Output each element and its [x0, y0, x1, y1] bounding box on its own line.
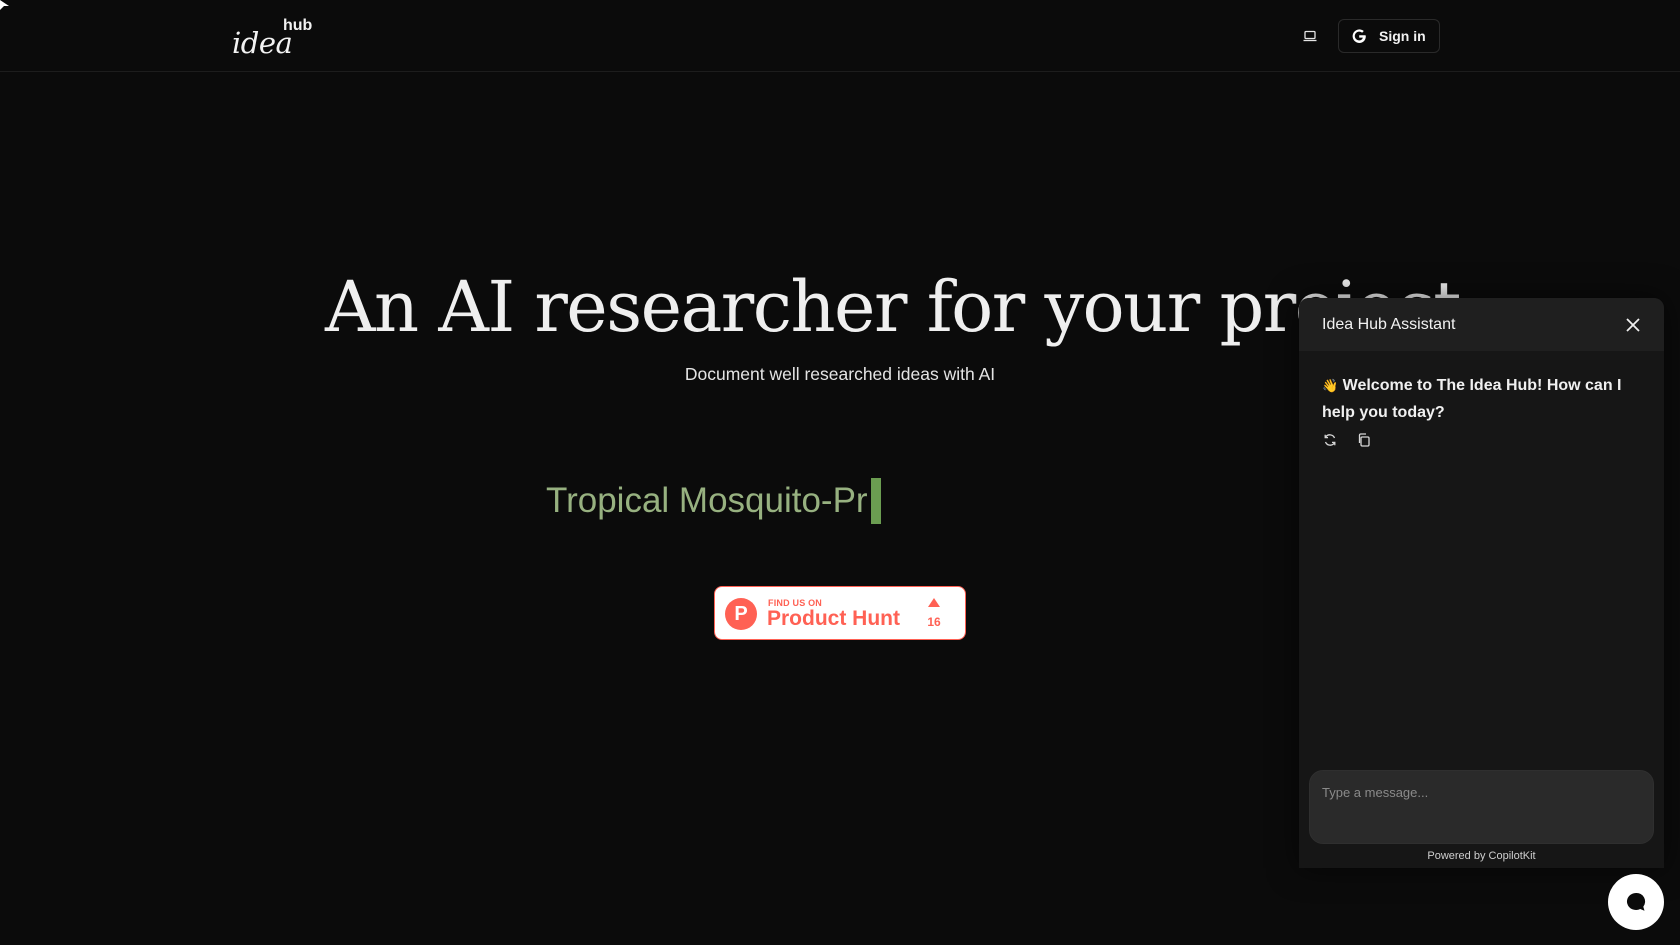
typewriter-text: Tropical Mosquito-Pr: [546, 478, 881, 524]
signin-label: Sign in: [1379, 28, 1426, 44]
message-actions: [1322, 432, 1372, 448]
assistant-header: Idea Hub Assistant: [1299, 298, 1664, 351]
google-signin-button[interactable]: Sign in: [1338, 19, 1440, 53]
assistant-title: Idea Hub Assistant: [1322, 316, 1456, 333]
chat-bubble-icon: [1626, 892, 1646, 911]
chat-toggle-button[interactable]: [1608, 874, 1664, 930]
refresh-icon: [1324, 434, 1336, 446]
close-icon: [1626, 318, 1640, 332]
typewriter-value: Tropical Mosquito-Pr: [546, 481, 868, 520]
top-navbar: idea hub Sign in: [0, 0, 1680, 72]
message-input-container: [1309, 770, 1654, 844]
regenerate-button[interactable]: [1322, 432, 1338, 448]
google-icon: [1352, 29, 1366, 43]
assistant-chat-panel: Idea Hub Assistant 👋 Welcome to The Idea…: [1299, 298, 1664, 868]
close-chat-button[interactable]: [1621, 313, 1645, 337]
welcome-message-text: Welcome to The Idea Hub! How can I help …: [1322, 377, 1622, 421]
upvote-count: 16: [927, 615, 941, 629]
typing-cursor: [870, 478, 881, 524]
message-input[interactable]: [1310, 771, 1653, 843]
hero-title: An AI researcher for your project: [325, 266, 1461, 348]
product-hunt-logo-icon: P: [725, 598, 757, 630]
upvote-arrow-icon: [928, 598, 940, 607]
wave-emoji-icon: 👋: [1322, 378, 1339, 393]
product-hunt-name: Product Hunt: [767, 607, 900, 630]
hero-subtitle-text: Document well researched ideas with AI: [684, 364, 996, 384]
logo-superscript: hub: [283, 17, 313, 34]
product-hunt-badge[interactable]: P FIND US ON Product Hunt 16: [714, 586, 966, 640]
copy-button[interactable]: [1356, 432, 1372, 448]
powered-by-label[interactable]: Powered by CopilotKit: [1299, 850, 1664, 862]
copy-icon: [1358, 433, 1370, 447]
idea-hub-logo[interactable]: idea hub: [232, 14, 322, 60]
assistant-message: 👋 Welcome to The Idea Hub! How can I hel…: [1322, 372, 1642, 426]
theme-toggle-button[interactable]: [1300, 26, 1320, 46]
laptop-icon: [1303, 30, 1317, 42]
